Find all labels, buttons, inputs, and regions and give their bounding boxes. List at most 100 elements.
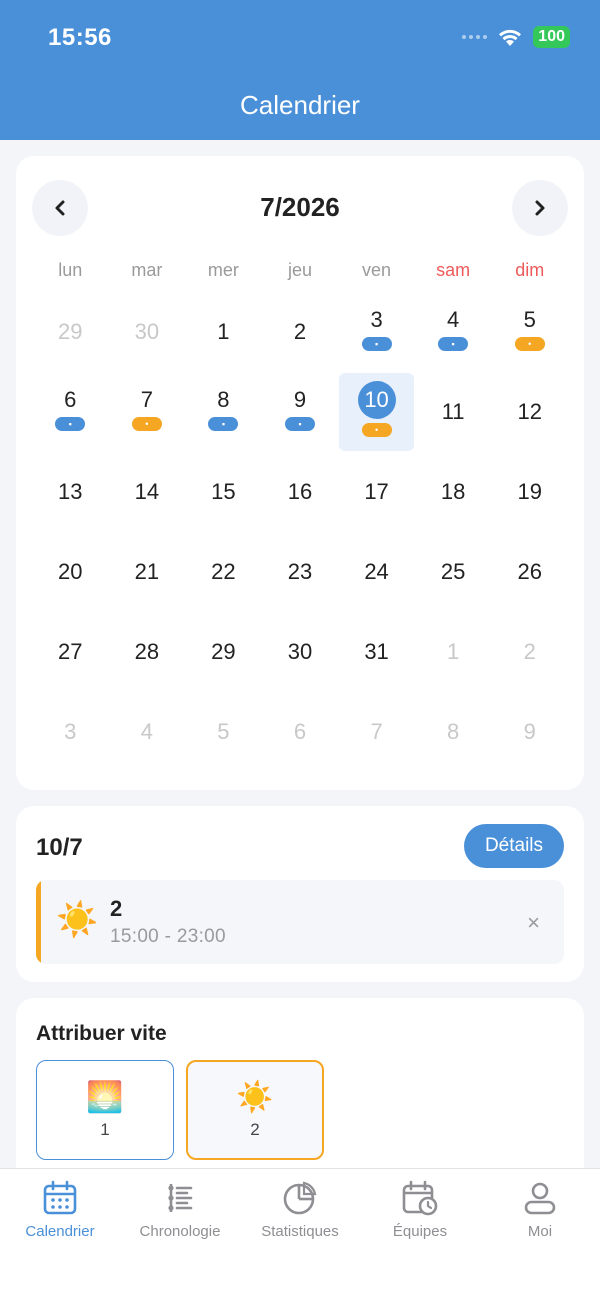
status-time: 15:56: [48, 24, 112, 51]
day-cell[interactable]: 3 ▪: [338, 292, 415, 372]
weekday-label: lun: [58, 260, 83, 280]
page-title: Calendrier: [240, 90, 360, 120]
calendar-clock-icon: [402, 1180, 438, 1216]
day-cell[interactable]: 27: [32, 612, 109, 692]
day-number: 24: [364, 559, 389, 584]
day-cell[interactable]: 25: [415, 532, 492, 612]
day-cell[interactable]: 9: [491, 692, 568, 772]
signal-icon: [462, 35, 488, 39]
day-cell[interactable]: 4 ▪: [415, 292, 492, 372]
day-cell[interactable]: 29: [32, 292, 109, 372]
day-number: 20: [58, 559, 83, 584]
wifi-icon: [499, 29, 522, 46]
sunset-icon: ▪: [438, 337, 469, 351]
next-month-button[interactable]: [512, 180, 568, 236]
sun-icon: ☀️: [56, 901, 99, 939]
day-cell[interactable]: 4: [109, 692, 186, 772]
day-cell[interactable]: 6: [262, 692, 339, 772]
day-cell[interactable]: 30: [109, 292, 186, 372]
quick-assign-label: 2: [250, 1120, 260, 1139]
selected-date: 10/7: [36, 834, 83, 861]
weekday-label: dim: [515, 260, 545, 280]
tab-chronologie[interactable]: Chronologie: [120, 1169, 240, 1299]
day-cell[interactable]: 8 ▪: [185, 372, 262, 452]
day-cell[interactable]: 1: [415, 612, 492, 692]
day-cell[interactable]: 31: [338, 612, 415, 692]
day-cell[interactable]: 14: [109, 452, 186, 532]
shift-entry[interactable]: ☀️ 2 15:00 - 23:00 ×: [36, 880, 564, 964]
day-cell[interactable]: 15: [185, 452, 262, 532]
sun-icon: ☀️: [236, 1081, 274, 1114]
day-cell[interactable]: 13: [32, 452, 109, 532]
day-cell[interactable]: 17: [338, 452, 415, 532]
day-cell[interactable]: 18: [415, 452, 492, 532]
quick-assign-item[interactable]: ☀️ 2: [186, 1060, 324, 1160]
day-number: 22: [211, 559, 236, 584]
day-number: 10: [357, 381, 396, 419]
sunset-icon: ▪: [55, 417, 86, 431]
day-cell[interactable]: 1: [185, 292, 262, 372]
day-cell[interactable]: 9 ▪: [262, 372, 339, 452]
pie-chart-icon: [283, 1181, 317, 1215]
day-number: 5: [217, 719, 230, 744]
remove-shift-button[interactable]: ×: [527, 910, 540, 936]
sunset-icon: ▪: [208, 417, 239, 431]
day-cell[interactable]: 2: [262, 292, 339, 372]
day-cell[interactable]: 16: [262, 452, 339, 532]
day-number: 31: [364, 639, 389, 664]
tab-moi[interactable]: Moi: [480, 1169, 600, 1299]
calendar-grid: 29 30 1 2 3 ▪ 4 ▪ 5 • 6 ▪ 7 • 8 ▪ 9 ▪ 10 • 11 12…: [32, 292, 568, 772]
day-cell[interactable]: 30: [262, 612, 339, 692]
day-cell[interactable]: 26: [491, 532, 568, 612]
quick-assign-title: Attribuer vite: [36, 1022, 167, 1045]
day-cell[interactable]: 22: [185, 532, 262, 612]
shift-time: 15:00 - 23:00: [110, 926, 226, 947]
day-cell[interactable]: 20: [32, 532, 109, 612]
day-number: 18: [440, 479, 466, 504]
day-number: 3: [370, 307, 383, 332]
day-cell-selected[interactable]: 10 •: [339, 373, 414, 451]
day-cell[interactable]: 23: [262, 532, 339, 612]
day-number: 25: [440, 559, 466, 584]
day-detail-card: 10/7 Détails ☀️ 2 15:00 - 23:00 ×: [16, 806, 584, 982]
day-number: 6: [293, 719, 307, 744]
day-cell[interactable]: 28: [109, 612, 186, 692]
status-icons: 100: [462, 26, 570, 48]
day-number: 1: [217, 319, 230, 344]
day-number: 7: [370, 719, 383, 744]
sunset-icon: ▪: [284, 417, 315, 431]
day-number: 29: [58, 319, 83, 344]
tab-label: Chronologie: [139, 1223, 221, 1240]
day-cell[interactable]: 6 ▪: [32, 372, 109, 452]
day-cell[interactable]: 11: [415, 372, 492, 452]
user-icon: [524, 1182, 556, 1215]
day-cell[interactable]: 7: [338, 692, 415, 772]
day-number: 16: [287, 479, 313, 504]
details-button[interactable]: Détails: [464, 824, 564, 868]
tab-bar: Calendrier Chronologie Statistiques Équi…: [0, 1168, 600, 1299]
day-cell[interactable]: 24: [338, 532, 415, 612]
header: 15:56 100 Calendrier: [0, 0, 600, 140]
day-cell[interactable]: 3: [32, 692, 109, 772]
day-number: 8: [217, 387, 230, 412]
weekday-label: jeu: [287, 260, 312, 280]
tab-equipes[interactable]: Équipes: [360, 1169, 480, 1299]
day-number: 2: [293, 319, 307, 344]
tab-calendrier[interactable]: Calendrier: [0, 1169, 120, 1299]
day-cell[interactable]: 7 •: [109, 372, 186, 452]
shift-color-bar: [36, 880, 41, 964]
tab-statistiques[interactable]: Statistiques: [240, 1169, 360, 1299]
day-cell[interactable]: 8: [415, 692, 492, 772]
day-cell[interactable]: 5: [185, 692, 262, 772]
day-cell[interactable]: 5 •: [491, 292, 568, 372]
weekday-header: lun mar mer jeu ven sam dim: [32, 260, 568, 281]
quick-assign-item[interactable]: 🌅 1: [36, 1060, 174, 1160]
day-cell[interactable]: 2: [491, 612, 568, 692]
day-cell[interactable]: 21: [109, 532, 186, 612]
day-cell[interactable]: 29: [185, 612, 262, 692]
day-cell[interactable]: 12: [491, 372, 568, 452]
day-number: 23: [287, 559, 313, 584]
day-cell[interactable]: 19: [491, 452, 568, 532]
battery-indicator: 100: [533, 26, 570, 48]
shift-name: 2: [110, 896, 123, 921]
